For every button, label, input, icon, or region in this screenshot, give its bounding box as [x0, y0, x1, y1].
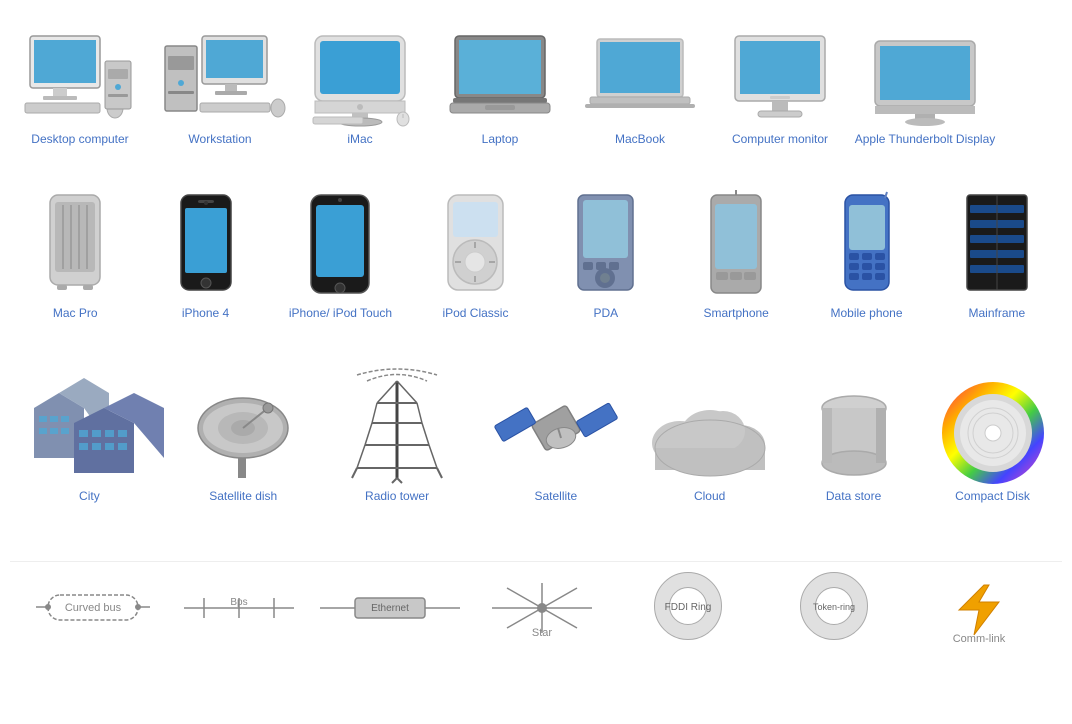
label-laptop: Laptop [482, 132, 519, 148]
label-workstation: Workstation [188, 132, 251, 148]
item-satellite[interactable]: Satellite [476, 367, 635, 511]
icon-workstation [160, 16, 280, 126]
icon-apple-thunderbolt [870, 16, 980, 126]
item-radio-tower[interactable]: Radio tower [318, 357, 477, 511]
label-satellite: Satellite [534, 489, 577, 505]
label-smartphone: Smartphone [703, 306, 768, 322]
icon-data-store [814, 373, 894, 483]
item-imac[interactable]: iMac [290, 10, 430, 154]
svg-text:Token-ring: Token-ring [813, 602, 855, 612]
row-3: City Satellite dish [10, 357, 1062, 511]
label-mobile-phone: Mobile phone [830, 306, 902, 322]
item-workstation[interactable]: Workstation [150, 10, 290, 154]
label-satellite-dish: Satellite dish [209, 489, 277, 505]
icon-radio-tower [337, 363, 457, 483]
label-mac-pro: Mac Pro [53, 306, 98, 322]
icon-laptop [445, 16, 555, 126]
row-1: Desktop computer [10, 10, 1062, 154]
icon-pda [573, 190, 638, 300]
icon-city [24, 368, 154, 483]
row-2: Mac Pro iPhone 4 [10, 184, 1062, 328]
svg-text:Star: Star [532, 627, 553, 639]
icon-macbook [585, 16, 695, 126]
svg-text:Comm-link: Comm-link [953, 633, 1006, 645]
icon-desktop-computer [25, 16, 135, 126]
label-computer-monitor: Computer monitor [732, 132, 828, 148]
icon-computer-monitor [730, 16, 830, 126]
icon-iphone4 [176, 190, 236, 300]
item-comm-link[interactable]: Comm-link [906, 574, 1052, 641]
label-desktop-computer: Desktop computer [31, 132, 128, 148]
label-cloud: Cloud [694, 489, 725, 505]
item-ipod-touch[interactable]: iPhone/ iPod Touch [271, 184, 411, 328]
svg-text:Curved bus: Curved bus [65, 602, 122, 614]
icon-mac-pro [35, 190, 115, 300]
item-cloud[interactable]: Cloud [635, 367, 784, 511]
item-fddi-ring[interactable]: FDDI Ring [615, 572, 761, 644]
item-mac-pro[interactable]: Mac Pro [10, 184, 140, 328]
item-city[interactable]: City [10, 362, 169, 511]
item-data-store[interactable]: Data store [784, 367, 923, 511]
item-star[interactable]: Star [469, 572, 615, 644]
svg-text:FDDI Ring: FDDI Ring [665, 602, 712, 613]
label-ipod-touch: iPhone/ iPod Touch [289, 306, 392, 322]
item-laptop[interactable]: Laptop [430, 10, 570, 154]
item-smartphone[interactable]: Smartphone [671, 184, 801, 328]
item-compact-disk[interactable]: Compact Disk [923, 367, 1062, 511]
label-data-store: Data store [826, 489, 881, 505]
item-macbook[interactable]: MacBook [570, 10, 710, 154]
item-curved-bus[interactable]: Curved bus [20, 579, 166, 636]
icon-smartphone [706, 190, 766, 300]
item-apple-thunderbolt[interactable]: Apple Thunderbolt Display [850, 10, 1000, 154]
main-grid: Desktop computer [0, 0, 1072, 664]
label-imac: iMac [347, 132, 372, 148]
item-bps[interactable]: Bps [166, 577, 312, 639]
item-pda[interactable]: PDA [541, 184, 671, 328]
item-token-ring[interactable]: Token-ring [761, 572, 907, 644]
item-ipod-classic[interactable]: iPod Classic [410, 184, 540, 328]
label-radio-tower: Radio tower [365, 489, 429, 505]
icon-mobile-phone [837, 190, 897, 300]
label-apple-thunderbolt: Apple Thunderbolt Display [855, 132, 996, 148]
item-mainframe[interactable]: Mainframe [932, 184, 1062, 328]
label-macbook: MacBook [615, 132, 665, 148]
icon-cloud [645, 373, 775, 483]
label-compact-disk: Compact Disk [955, 489, 1030, 505]
item-iphone4[interactable]: iPhone 4 [140, 184, 270, 328]
label-pda: PDA [593, 306, 618, 322]
icon-ipod-touch [303, 190, 378, 300]
icon-compact-disk [943, 373, 1043, 483]
icon-satellite-dish [183, 373, 303, 483]
label-iphone4: iPhone 4 [182, 306, 229, 322]
icon-mainframe [957, 190, 1037, 300]
item-mobile-phone[interactable]: Mobile phone [801, 184, 931, 328]
item-ethernet[interactable]: Ethernet [311, 577, 469, 639]
icon-ipod-classic [443, 190, 508, 300]
svg-text:Ethernet: Ethernet [371, 603, 409, 614]
row-4-bottom-bar: Curved bus Bps [10, 561, 1062, 654]
label-ipod-classic: iPod Classic [442, 306, 508, 322]
label-city: City [79, 489, 100, 505]
item-computer-monitor[interactable]: Computer monitor [710, 10, 850, 154]
icon-imac [305, 16, 415, 126]
label-mainframe: Mainframe [969, 306, 1026, 322]
item-satellite-dish[interactable]: Satellite dish [169, 367, 318, 511]
item-desktop-computer[interactable]: Desktop computer [10, 10, 150, 154]
icon-satellite [486, 373, 626, 483]
svg-text:Bps: Bps [230, 597, 247, 608]
